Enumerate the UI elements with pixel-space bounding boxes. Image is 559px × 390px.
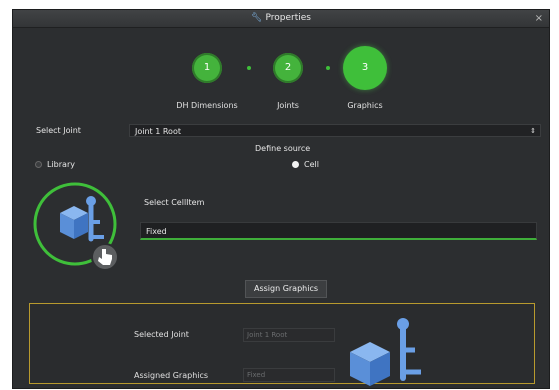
robot-joint-icon xyxy=(350,318,421,386)
close-icon[interactable]: × xyxy=(535,10,543,27)
radio-indicator xyxy=(35,161,42,168)
select-cellitem-label: Select CellItem xyxy=(144,198,205,207)
cellitem-input[interactable]: Fixed xyxy=(140,222,537,240)
window-title: Properties xyxy=(265,13,311,23)
assignment-summary-panel: Selected Joint Joint 1 Root Assigned Gra… xyxy=(29,303,535,386)
properties-window: 🔧︎ Properties × 1 2 3 DH Dimensions Joint… xyxy=(12,9,550,389)
step-1-circle[interactable]: 1 xyxy=(192,53,222,83)
step-3-circle[interactable]: 3 xyxy=(343,46,387,90)
selected-joint-field: Joint 1 Root xyxy=(243,328,335,342)
define-source-title: Define source xyxy=(255,144,311,153)
wrench-icon: 🔧︎ xyxy=(251,13,263,23)
radio-cell-label: Cell xyxy=(304,160,319,169)
dropdown-arrow-icon: ⇕ xyxy=(530,127,536,135)
assigned-graphics-field: Fixed xyxy=(243,368,335,382)
hand-pointer-icon xyxy=(91,243,119,271)
selected-joint-label: Selected Joint xyxy=(134,330,189,339)
step-3-label: Graphics xyxy=(347,101,383,110)
radio-library-label: Library xyxy=(47,160,75,169)
radio-library[interactable]: Library xyxy=(35,160,75,169)
step-connector-dot xyxy=(326,66,330,70)
assigned-graphics-label: Assigned Graphics xyxy=(134,371,209,380)
step-2-circle[interactable]: 2 xyxy=(273,53,303,83)
assign-graphics-button[interactable]: Assign Graphics xyxy=(245,280,327,298)
step-1-label: DH Dimensions xyxy=(176,101,238,110)
select-joint-value: Joint 1 Root xyxy=(135,127,181,136)
radio-indicator-selected xyxy=(292,161,299,168)
robot-joint-icon xyxy=(33,182,119,271)
step-connector-dot xyxy=(247,66,251,70)
select-joint-label: Select Joint xyxy=(36,126,81,135)
title-bar: 🔧︎ Properties × xyxy=(13,10,549,28)
select-joint-dropdown[interactable]: Joint 1 Root ⇕ xyxy=(129,124,541,137)
radio-cell[interactable]: Cell xyxy=(292,160,319,169)
